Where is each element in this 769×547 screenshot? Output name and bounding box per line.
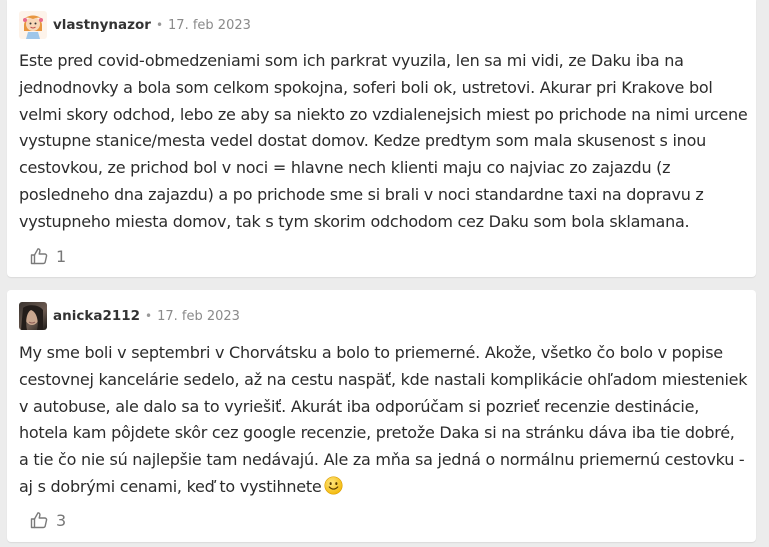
comment-header: vlastnynazor • 17. feb 2023: [19, 10, 251, 40]
photo-avatar-icon[interactable]: [19, 302, 47, 330]
username[interactable]: anicka2112: [53, 308, 140, 324]
comment-text: Este pred covid-obmedzeniami som ich par…: [19, 51, 748, 231]
comment-date: 17. feb 2023: [157, 308, 240, 324]
thumbs-up-icon: [30, 511, 48, 529]
separator-dot: •: [155, 18, 164, 32]
smiley-emoji-icon: [324, 476, 344, 495]
comment-header: anicka2112 • 17. feb 2023: [19, 301, 240, 331]
like-count: 1: [56, 246, 67, 266]
comment-date: 17. feb 2023: [168, 17, 251, 33]
comment-card: anicka2112 • 17. feb 2023 My sme boli v …: [7, 290, 756, 542]
comment-card: vlastnynazor • 17. feb 2023 Este pred co…: [7, 0, 756, 277]
like-button[interactable]: 3: [30, 508, 66, 532]
separator-dot: •: [145, 309, 153, 323]
comment-text-wrapper: My sme boli v septembri v Chorvátsku a b…: [19, 340, 749, 501]
like-button[interactable]: 1: [30, 244, 66, 268]
girl-avatar-icon[interactable]: [19, 11, 47, 39]
thumbs-up-icon: [30, 247, 48, 265]
like-count: 3: [56, 510, 67, 530]
comment-text: My sme boli v septembri v Chorvátsku a b…: [19, 343, 748, 496]
username[interactable]: vlastnynazor: [53, 17, 151, 33]
